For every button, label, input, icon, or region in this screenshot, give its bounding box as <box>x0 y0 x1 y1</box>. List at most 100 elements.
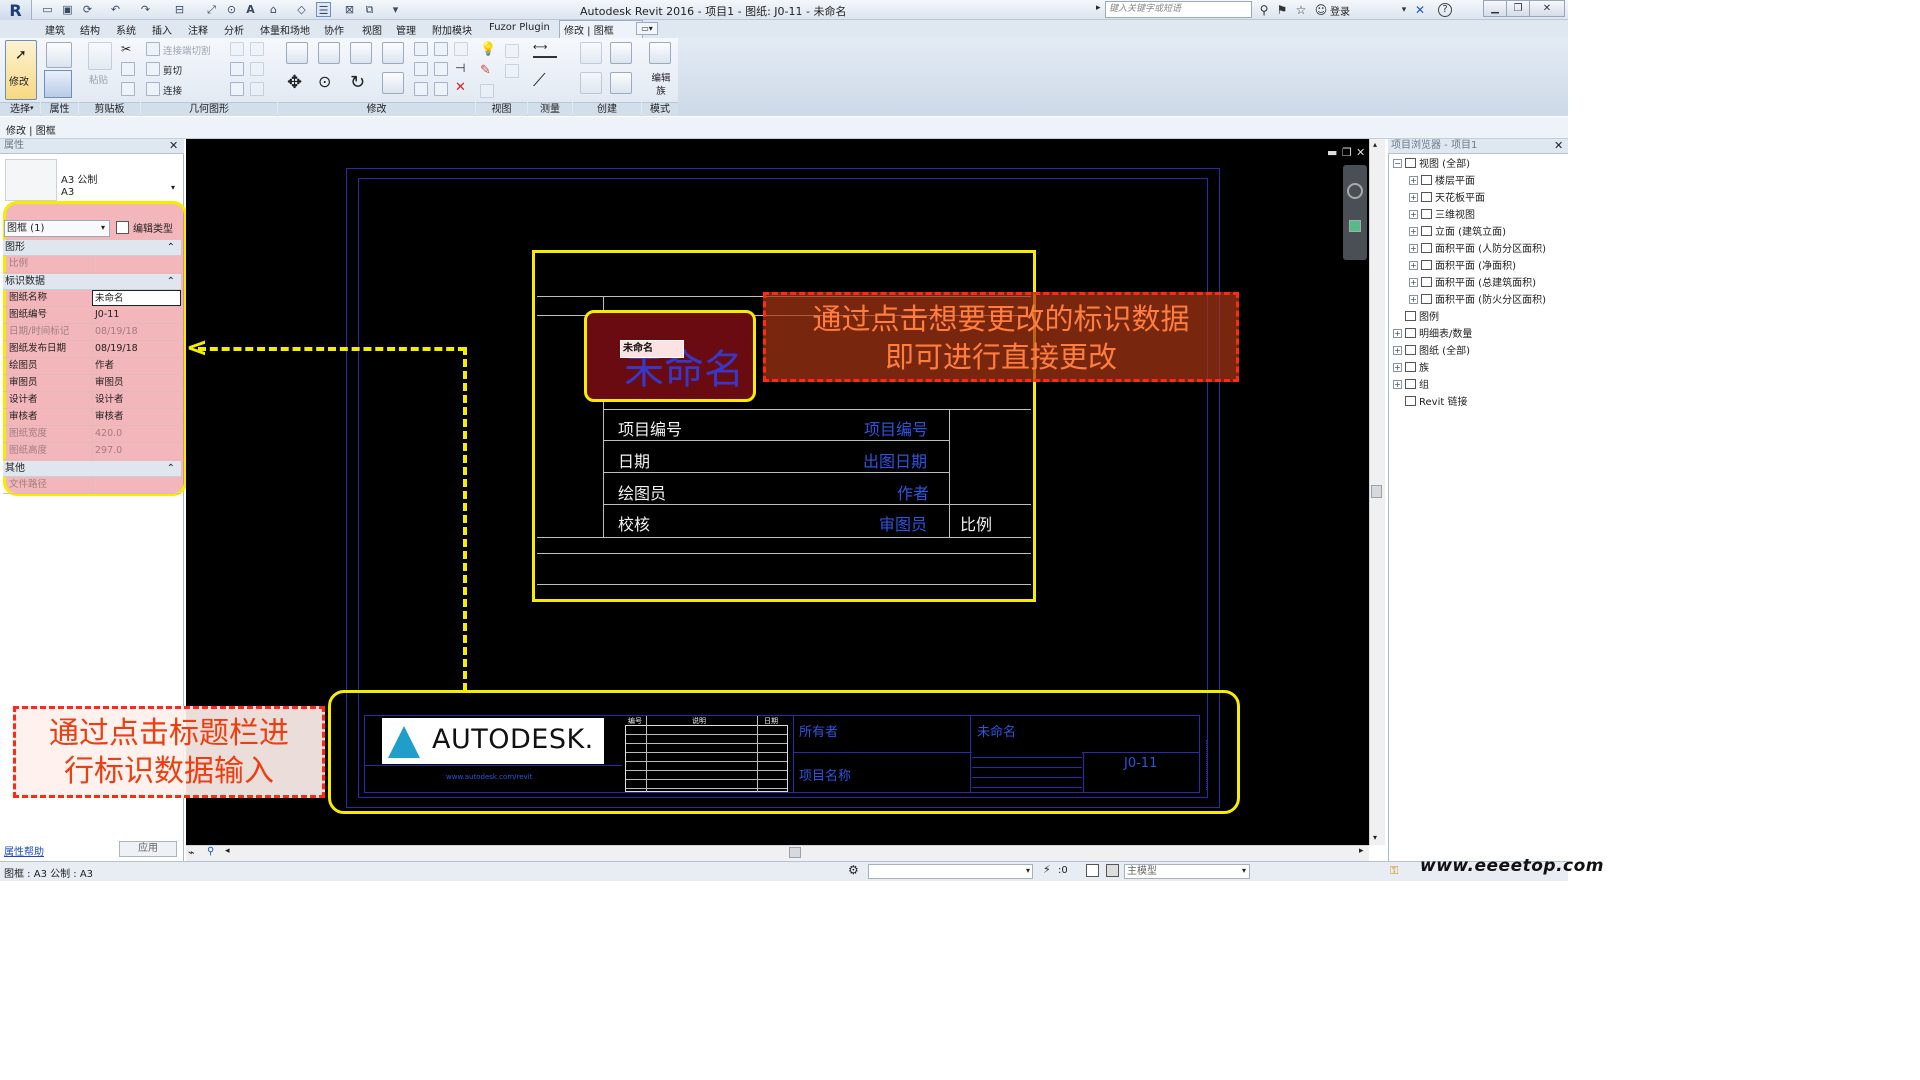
tab-structure[interactable]: 结构 <box>80 22 100 37</box>
browser-node[interactable]: 图例 <box>1393 311 1439 325</box>
search-expand-icon[interactable]: ▸ <box>1096 3 1101 13</box>
type-selector[interactable]: A3 公制 A3 <box>61 175 97 199</box>
tab-systems[interactable]: 系统 <box>116 22 136 37</box>
expand-node-icon[interactable]: + <box>1393 380 1402 389</box>
properties-close-icon[interactable]: ✕ <box>169 139 178 152</box>
subscription-icon[interactable]: ⚑ <box>1274 2 1290 18</box>
prop-row-sheet-number[interactable]: 图纸编号 J0-11 <box>3 307 181 324</box>
measure-icon[interactable]: ⊟ <box>172 2 187 17</box>
join-label[interactable]: 连接 <box>163 83 182 97</box>
expand-node-icon[interactable]: + <box>1409 210 1418 219</box>
design-option-model-select[interactable]: 主模型 <box>1124 864 1250 879</box>
collapse-icon[interactable]: ⌃ <box>167 274 175 290</box>
create-assembly-icon[interactable] <box>580 72 602 94</box>
combo-dropdown-icon[interactable]: ▾ <box>1026 866 1030 875</box>
copy-icon[interactable] <box>121 62 135 76</box>
expand-node-icon[interactable]: + <box>1393 329 1402 338</box>
cut-scissors-icon[interactable]: ✂ <box>121 42 131 56</box>
scroll-left-icon[interactable]: ◂ <box>225 846 230 856</box>
design-options-icon[interactable] <box>1086 864 1099 877</box>
zoom-icon[interactable] <box>1349 220 1361 232</box>
expand-node-icon[interactable]: + <box>1409 176 1418 185</box>
browser-node[interactable]: + 面积平面 (人防分区面积) <box>1409 243 1546 257</box>
paste-icon[interactable] <box>88 42 112 70</box>
3d-view-icon[interactable]: ⌂ <box>266 2 281 17</box>
browser-node[interactable]: + 天花板平面 <box>1409 192 1485 206</box>
cut-join-label[interactable]: 连接端切割 <box>163 43 211 57</box>
join-geometry-icon[interactable] <box>146 82 160 96</box>
select-dropdown-icon[interactable]: ▾ <box>30 104 34 112</box>
login-dropdown-icon[interactable]: ▾ <box>1396 2 1412 18</box>
browser-node[interactable]: + 组 <box>1393 379 1429 393</box>
tab-architecture[interactable]: 建筑 <box>45 22 65 37</box>
view-scale-icon[interactable]: ⌁ <box>188 846 195 859</box>
collapse-icon[interactable]: ⌃ <box>167 240 175 256</box>
override-graphics-icon[interactable] <box>505 44 519 58</box>
create-group-icon[interactable] <box>580 42 602 64</box>
tab-annotate[interactable]: 注释 <box>188 22 208 37</box>
prop-value[interactable]: 作者 <box>92 358 181 374</box>
create-parts-icon[interactable] <box>610 72 632 94</box>
offset-icon[interactable] <box>318 42 340 64</box>
align-icon[interactable] <box>286 42 308 64</box>
wall-joins-icon[interactable] <box>230 62 244 76</box>
close-button[interactable]: ✕ <box>1529 0 1565 17</box>
array-icon[interactable] <box>414 62 428 76</box>
browser-node[interactable]: − 视图 (全部) <box>1393 158 1470 172</box>
save-icon[interactable]: ▣ <box>60 2 75 17</box>
prop-row-scale[interactable]: 比例 <box>3 256 181 273</box>
expand-node-icon[interactable]: + <box>1409 278 1418 287</box>
cope-icon[interactable] <box>146 42 160 56</box>
browser-node[interactable]: + 立面 (建筑立面) <box>1409 226 1506 240</box>
model-dropdown-icon[interactable]: ▾ <box>1242 866 1246 875</box>
split-gap-icon[interactable] <box>434 42 448 56</box>
properties-icon[interactable] <box>44 70 72 98</box>
prop-value[interactable]: 设计者 <box>92 392 181 408</box>
trim-multiple-icon[interactable] <box>414 82 428 96</box>
measure-between-icon[interactable]: ⟷ <box>533 42 557 58</box>
vertical-scroll-thumb[interactable] <box>1371 485 1382 498</box>
login-button[interactable]: 登录 <box>1330 3 1350 18</box>
move-icon[interactable]: ✥ <box>287 72 302 93</box>
expand-node-icon[interactable]: + <box>1393 346 1402 355</box>
tab-manage[interactable]: 管理 <box>396 22 416 37</box>
undo-icon[interactable]: ↶ <box>108 2 123 17</box>
expand-node-icon[interactable]: + <box>1393 363 1402 372</box>
worksets-icon[interactable]: ⚙ <box>848 863 859 877</box>
exclude-options-icon[interactable] <box>1106 864 1119 877</box>
instance-dropdown-icon[interactable]: ▾ <box>101 223 105 232</box>
selection-filter-icon[interactable]: ⚿ <box>1390 864 1398 878</box>
collapse-node-icon[interactable]: − <box>1393 159 1402 168</box>
help-icon[interactable]: ? <box>1438 3 1452 17</box>
close-hidden-icon[interactable]: ⊠ <box>342 2 357 17</box>
horizontal-scrollbar[interactable] <box>186 845 1369 861</box>
type-properties-icon[interactable] <box>46 42 72 68</box>
search-input[interactable]: 键入关键字或短语 <box>1105 1 1252 18</box>
minimize-ribbon-icon[interactable]: ▭▾ <box>636 22 658 35</box>
aligned-dimension-icon[interactable]: ⟋ <box>533 70 546 91</box>
scale-icon[interactable] <box>434 62 448 76</box>
copy-modify-icon[interactable]: ⊙ <box>318 72 331 91</box>
delete-icon[interactable]: ✕ <box>455 80 466 95</box>
thin-lines-icon[interactable]: ☰ <box>316 2 331 17</box>
pin-location-icon[interactable]: ⚲ <box>207 846 214 857</box>
collapse-icon[interactable]: ⌃ <box>167 461 175 477</box>
view-restore-icon[interactable]: ❐ <box>1342 146 1352 159</box>
prop-row-approved-by[interactable]: 审核者 审核者 <box>3 409 181 426</box>
linework-brush-icon[interactable]: ✎ <box>480 63 491 78</box>
group-graphics[interactable]: 图形 ⌃ <box>3 240 181 256</box>
edit-type-icon[interactable] <box>116 221 129 234</box>
paint-icon[interactable] <box>250 42 264 56</box>
cut-geometry-icon[interactable] <box>146 62 160 76</box>
split-element-icon[interactable] <box>414 42 428 56</box>
tab-analyze[interactable]: 分析 <box>224 22 244 37</box>
trim-single-icon[interactable] <box>434 82 448 96</box>
qat-dropdown-icon[interactable]: ▾ <box>388 2 403 17</box>
cut-label[interactable]: 剪切 <box>163 63 182 77</box>
prop-value[interactable]: J0-11 <box>92 307 181 323</box>
browser-node[interactable]: + 族 <box>1393 362 1429 376</box>
tab-view[interactable]: 视图 <box>362 22 382 37</box>
binoculars-icon[interactable]: ⚲ <box>1256 2 1272 18</box>
steering-wheel-icon[interactable] <box>1347 183 1363 199</box>
tab-addins[interactable]: 附加模块 <box>432 22 472 37</box>
